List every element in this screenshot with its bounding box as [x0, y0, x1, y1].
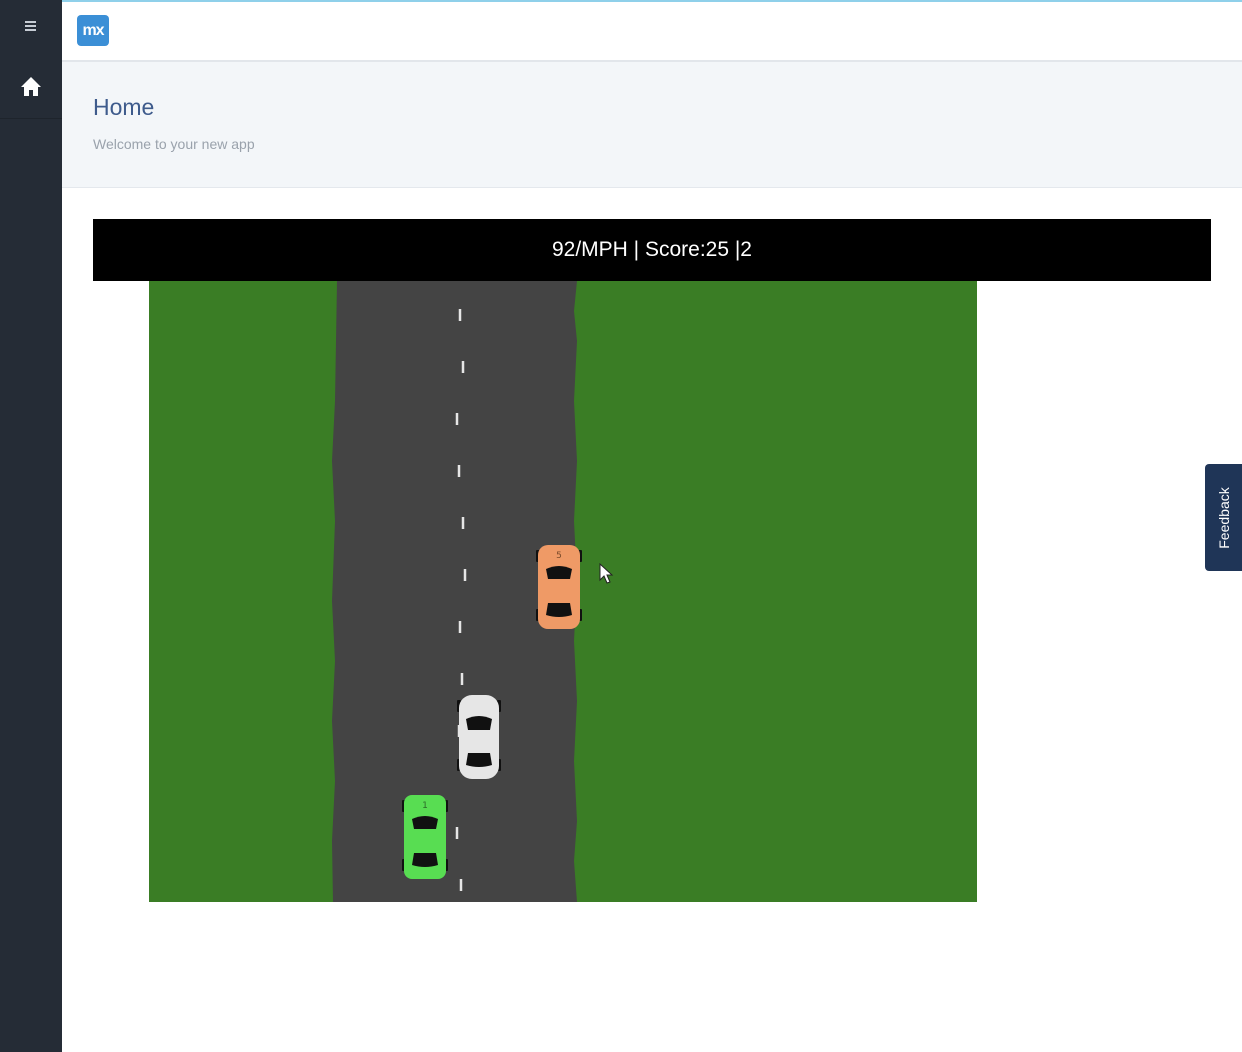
svg-text:1: 1 [422, 801, 428, 811]
feedback-tab[interactable]: Feedback [1205, 464, 1242, 571]
white-car [457, 695, 501, 779]
mouse-cursor-icon [599, 562, 614, 584]
page-subtitle: Welcome to your new app [93, 136, 255, 152]
app-logo[interactable]: mx [77, 15, 109, 46]
race-track: 5 1 [332, 281, 614, 902]
orange-car: 5 [536, 545, 582, 629]
hamburger-menu-icon[interactable] [22, 18, 40, 34]
feedback-label: Feedback [1215, 486, 1232, 549]
top-bar: mx [62, 0, 1242, 62]
svg-text:5: 5 [556, 551, 562, 561]
home-icon [21, 77, 41, 96]
sidebar [0, 0, 62, 1052]
page-header: Home Welcome to your new app [62, 62, 1242, 188]
game-status-bar: 92/MPH | Score:25 |2 [93, 219, 1211, 281]
game-canvas[interactable]: 5 1 [149, 281, 977, 902]
page-title: Home [93, 94, 155, 120]
green-car: 1 [402, 795, 448, 879]
sidebar-item-home[interactable] [0, 62, 62, 119]
